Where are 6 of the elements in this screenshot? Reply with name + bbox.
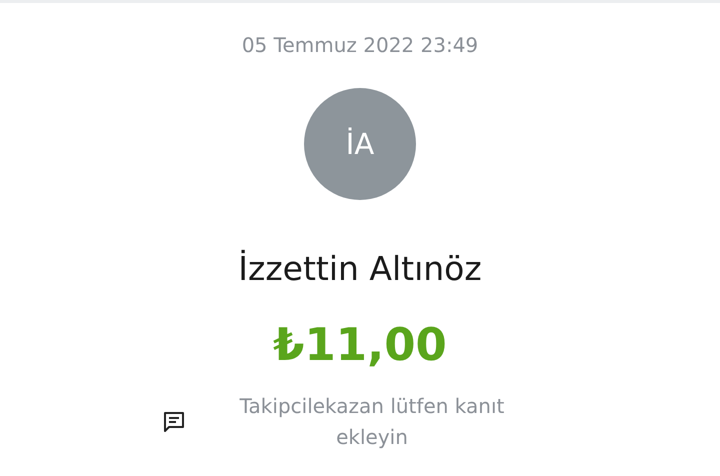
note-text: Takipcilekazan lütfen kanıt ekleyin <box>238 393 506 451</box>
avatar: İA <box>304 88 416 200</box>
message-icon <box>162 410 186 434</box>
date-text: 05 Temmuz 2022 23:49 <box>242 32 478 59</box>
amount-text: ₺11,00 <box>273 317 447 373</box>
name-text: İzzettin Altınöz <box>238 248 482 290</box>
